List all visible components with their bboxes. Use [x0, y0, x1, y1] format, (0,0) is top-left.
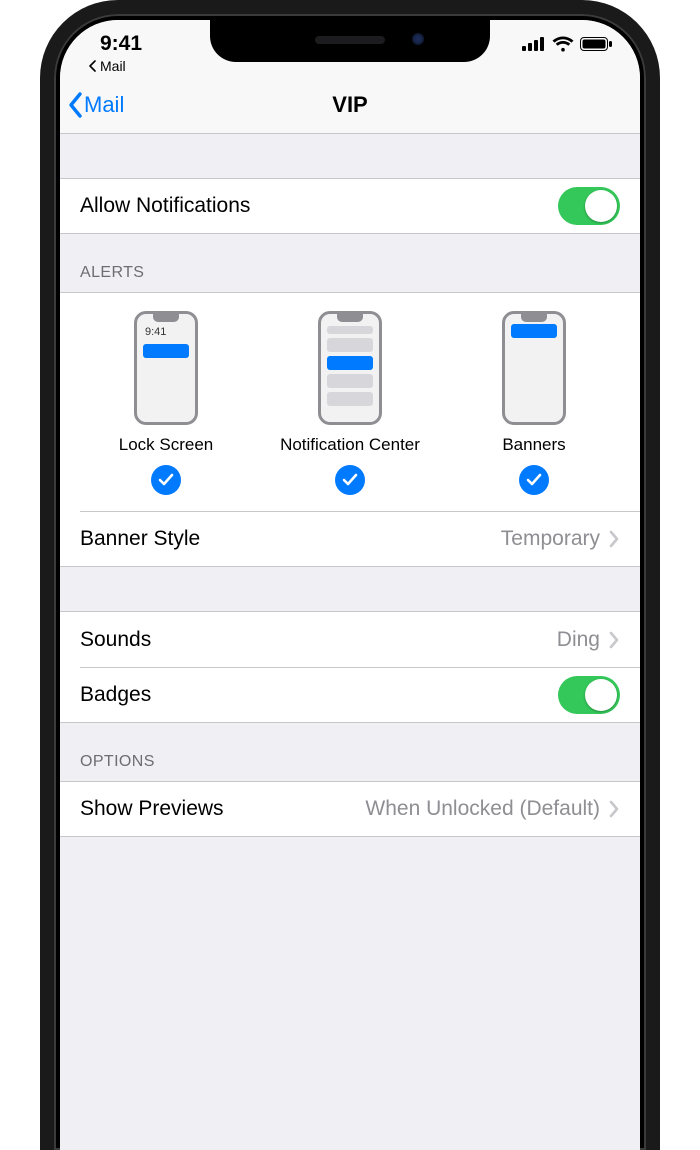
- row-badges[interactable]: Badges: [60, 667, 640, 723]
- alerts-panel: 9:41 Lock Screen Notification Center: [60, 292, 640, 511]
- row-show-previews[interactable]: Show Previews When Unlocked (Default): [60, 781, 640, 837]
- section-header-options: OPTIONS: [60, 723, 640, 781]
- chevron-right-icon: [608, 800, 620, 818]
- toggle-badges[interactable]: [558, 676, 620, 714]
- chevron-left-icon: [66, 91, 86, 119]
- breadcrumb-label: Mail: [100, 58, 126, 74]
- breadcrumb-back[interactable]: Mail: [88, 58, 126, 74]
- row-value: Ding: [557, 628, 600, 652]
- back-button[interactable]: Mail: [66, 76, 124, 133]
- lock-screen-icon: 9:41: [134, 311, 198, 425]
- banners-icon: [502, 311, 566, 425]
- alert-option-banners[interactable]: Banners: [443, 311, 625, 495]
- notch: [210, 20, 490, 62]
- alert-option-label: Lock Screen: [119, 435, 214, 455]
- row-label: Show Previews: [80, 797, 224, 821]
- section-header-alerts: ALERTS: [60, 234, 640, 292]
- device-frame: 9:41 Mail Mail VIP Allow Notifications: [40, 0, 660, 1150]
- checkmark-icon: [519, 465, 549, 495]
- row-label: Sounds: [80, 628, 151, 652]
- notification-center-icon: [318, 311, 382, 425]
- alert-option-notification-center[interactable]: Notification Center: [259, 311, 441, 495]
- side-button: [40, 340, 42, 406]
- checkmark-icon: [151, 465, 181, 495]
- row-banner-style[interactable]: Banner Style Temporary: [60, 511, 640, 567]
- alert-option-lock-screen[interactable]: 9:41 Lock Screen: [75, 311, 257, 495]
- nav-bar: Mail VIP: [60, 76, 640, 134]
- side-button: [40, 254, 42, 320]
- row-sounds[interactable]: Sounds Ding: [60, 611, 640, 667]
- screen: 9:41 Mail Mail VIP Allow Notifications: [60, 20, 640, 1150]
- status-time: 9:41: [100, 32, 142, 56]
- checkmark-icon: [335, 465, 365, 495]
- alert-option-label: Banners: [502, 435, 565, 455]
- cellular-icon: [522, 37, 546, 51]
- page-title: VIP: [332, 92, 367, 118]
- side-button: [658, 274, 660, 374]
- alert-option-label: Notification Center: [280, 435, 420, 455]
- row-value: Temporary: [501, 527, 600, 551]
- row-label: Allow Notifications: [80, 194, 250, 218]
- toggle-allow-notifications[interactable]: [558, 187, 620, 225]
- row-allow-notifications[interactable]: Allow Notifications: [60, 178, 640, 234]
- side-button: [40, 184, 42, 220]
- row-label: Banner Style: [80, 527, 200, 551]
- back-label: Mail: [84, 92, 124, 118]
- row-value: When Unlocked (Default): [365, 797, 600, 821]
- caret-left-icon: [88, 60, 98, 72]
- battery-icon: [580, 37, 612, 51]
- row-label: Badges: [80, 683, 151, 707]
- chevron-right-icon: [608, 530, 620, 548]
- wifi-icon: [552, 36, 574, 52]
- chevron-right-icon: [608, 631, 620, 649]
